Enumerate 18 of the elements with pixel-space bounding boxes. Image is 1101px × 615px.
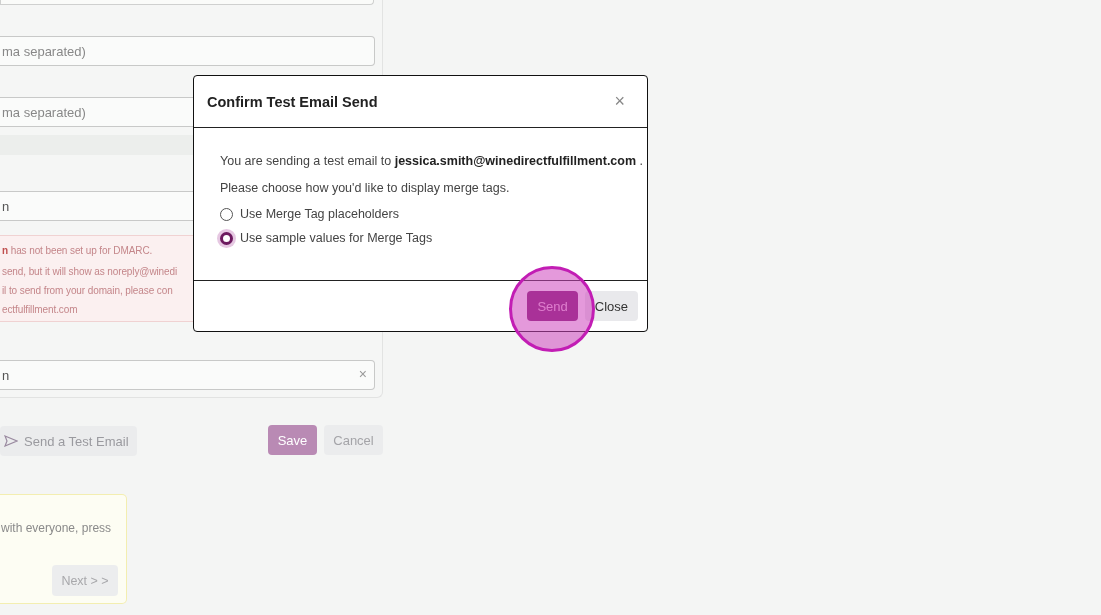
send-test-email-button[interactable]: Send a Test Email <box>0 426 137 456</box>
radio-button[interactable] <box>220 231 233 245</box>
alert-text: il to send from your domain, please con <box>2 284 174 298</box>
radio-label[interactable]: Use sample values for Merge Tags <box>240 231 433 245</box>
send-icon <box>4 435 18 447</box>
dialog-message: You are sending a test email to jessica.smith@winedirectfulfillment.com . <box>220 153 644 169</box>
send-button[interactable]: Send <box>527 291 578 321</box>
next-button[interactable]: Next > > <box>52 565 118 596</box>
clear-icon[interactable]: × <box>358 367 367 382</box>
radio-button[interactable] <box>220 207 233 221</box>
alert-text: ectfulfillment.com <box>2 303 79 317</box>
cancel-button[interactable]: Cancel <box>324 425 383 455</box>
alert-text: send, but it will show as noreply@winedi <box>2 265 179 279</box>
alert-text: n has not been set up for DMARC. <box>2 244 154 258</box>
save-button[interactable]: Save <box>268 425 317 455</box>
tip-text: with everyone, press <box>1 521 112 535</box>
input-field[interactable]: ma separated) <box>0 36 375 66</box>
close-button[interactable]: Close <box>584 291 638 321</box>
